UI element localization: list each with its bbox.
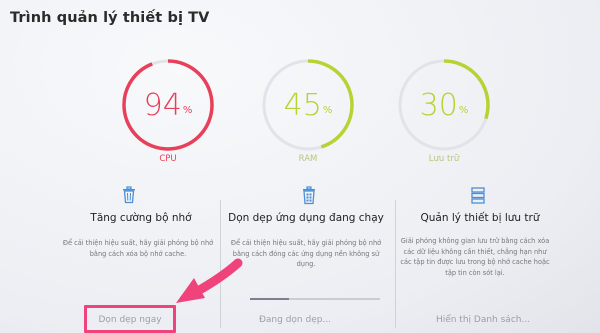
storage-gauge-value: 30%	[396, 57, 492, 153]
ram-gauge-value: 45%	[260, 57, 356, 153]
page-title: Trình quản lý thiết bị TV	[10, 10, 210, 26]
storage-gauge-number: 30	[419, 87, 458, 123]
column-divider	[395, 200, 396, 328]
description-line: các dữ liệu không cần thiết, chẳng hạn n…	[403, 247, 547, 256]
cpu-label: CPU	[159, 154, 177, 164]
annotation-highlight-box	[84, 305, 176, 333]
clean-running-apps-description: Để cải thiện hiệu suất, hãy giải phóng b…	[226, 238, 386, 270]
trash-icon	[123, 186, 135, 204]
description-line: Để cải thiện hiệu suất, hãy giải phóng b…	[62, 239, 214, 247]
clean-running-apps-title: Dọn dẹp ứng dụng đang chạy	[228, 212, 384, 224]
cpu-gauge-number: 94	[143, 87, 182, 123]
manage-storage-title: Quản lý thiết bị lưu trữ	[420, 212, 540, 224]
show-list-button[interactable]: Hiển thị Danh sách...	[428, 315, 538, 325]
tv-device-manager-screen: Trình quản lý thiết bị TV 94% CPU 45% RA…	[0, 0, 600, 333]
description-line: bằng cách đóng các ứng dụng nền không sử	[232, 249, 380, 258]
cpu-gauge: 94%	[120, 57, 216, 153]
description-line: Để cải thiện hiệu suất, hãy giải phóng b…	[230, 239, 382, 247]
ram-gauge: 45%	[260, 57, 356, 153]
cleaning-status-button[interactable]: Đang dọn dẹp...	[240, 315, 350, 325]
description-line: Giải phóng không gian lưu trữ bằng cách …	[400, 237, 550, 245]
storage-icon	[471, 187, 485, 204]
cleanup-progress-bar	[250, 298, 380, 300]
annotation-arrow-icon	[176, 258, 243, 303]
apps-trash-icon	[303, 186, 315, 205]
ram-gauge-unit: %	[322, 104, 333, 116]
cleanup-progress-fill	[250, 298, 289, 300]
cpu-gauge-value: 94%	[120, 57, 216, 153]
manage-storage-description: Giải phóng không gian lưu trữ bằng cách …	[395, 236, 555, 278]
storage-label: Lưu trữ	[428, 154, 460, 164]
description-line: dụng.	[296, 260, 316, 268]
ram-gauge-number: 45	[283, 87, 322, 123]
storage-gauge-unit: %	[458, 104, 469, 116]
ram-label: RAM	[298, 154, 318, 164]
cpu-gauge-unit: %	[182, 104, 193, 116]
storage-gauge: 30%	[396, 57, 492, 153]
description-line: các tập tin được lưu trong bộ nhớ cache …	[400, 258, 550, 266]
description-line: tập tin còn sót lại.	[445, 268, 505, 277]
